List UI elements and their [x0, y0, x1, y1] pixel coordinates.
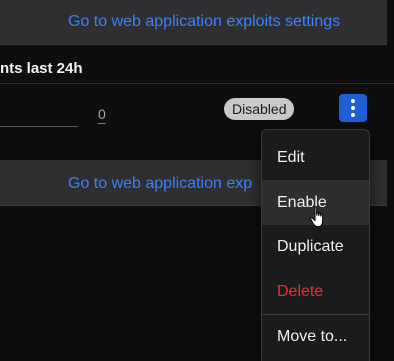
status-badge: Disabled: [224, 98, 295, 120]
web-app-exploits-settings-link[interactable]: Go to web application exploits settings: [68, 13, 340, 31]
more-vertical-icon-dot: [351, 113, 355, 117]
row-divider: [0, 83, 394, 84]
hand-pointer-cursor-icon: [310, 206, 324, 228]
events-last-24h-heading: nts last 24h: [0, 60, 83, 77]
more-vertical-icon: [351, 99, 355, 103]
menu-item-move-to[interactable]: Move to...: [262, 314, 369, 359]
menu-item-duplicate[interactable]: Duplicate: [262, 224, 369, 269]
web-app-exploits-settings-link-2[interactable]: Go to web application exp: [68, 175, 252, 193]
settings-link-bar-top: Go to web application exploits settings: [0, 0, 387, 45]
name-field-underline: [0, 126, 78, 127]
more-actions-button[interactable]: [339, 94, 367, 122]
more-vertical-icon-dot: [351, 106, 355, 110]
menu-item-edit[interactable]: Edit: [262, 135, 369, 180]
actions-dropdown-menu: Edit Enable Duplicate Delete Move to...: [261, 129, 370, 361]
menu-item-delete[interactable]: Delete: [262, 269, 369, 314]
events-count-link[interactable]: 0: [98, 106, 106, 124]
